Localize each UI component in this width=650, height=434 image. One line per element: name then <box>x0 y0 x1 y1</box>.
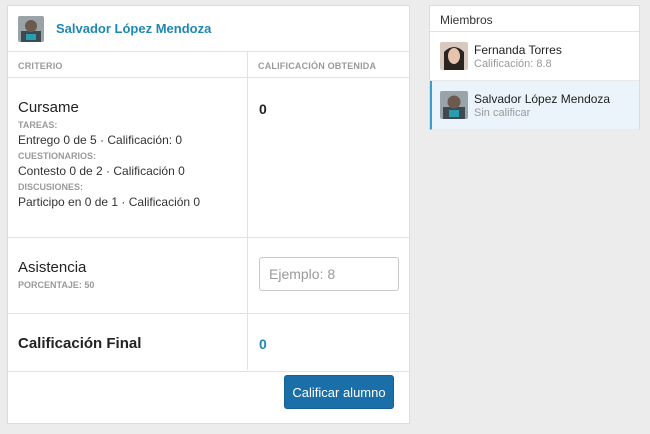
criterion-row-final: Calificación Final 0 <box>8 314 409 372</box>
final-grade-title: Calificación Final <box>18 335 142 352</box>
discusiones-value: Participo en 0 de 1 · Calificación 0 <box>18 195 201 209</box>
member-name: Fernanda Torres <box>474 42 562 57</box>
member-item-salvador[interactable]: Salvador López Mendoza Sin calificar <box>430 81 639 130</box>
member-status: Calificación: 8.8 <box>474 57 552 70</box>
tareas-value: Entrego 0 de 5 · Calificación: 0 <box>18 133 183 147</box>
student-header: Salvador López Mendoza <box>8 6 409 52</box>
member-avatar <box>440 91 468 119</box>
criterion-title-cursame: Cursame <box>18 99 79 116</box>
member-status: Sin calificar <box>474 106 531 119</box>
grading-card: Salvador López Mendoza CRITERIO CALIFICA… <box>7 5 410 424</box>
member-item-fernanda[interactable]: Fernanda Torres Calificación: 8.8 <box>430 32 639 81</box>
cursame-score: 0 <box>259 101 267 117</box>
asistencia-grade-input[interactable] <box>259 257 399 291</box>
student-name-link[interactable]: Salvador López Mendoza <box>56 21 211 36</box>
grade-student-button[interactable]: Calificar alumno <box>284 375 394 409</box>
criterion-title-asistencia: Asistencia <box>18 259 87 276</box>
criterion-row-asistencia: Asistencia PORCENTAJE: 50 <box>8 238 409 314</box>
cuestionarios-value: Contesto 0 de 2 · Calificación 0 <box>18 164 185 178</box>
tareas-label: TAREAS: <box>18 120 58 130</box>
final-grade-score: 0 <box>259 336 267 352</box>
member-name: Salvador López Mendoza <box>474 91 611 106</box>
criterion-row-cursame: Cursame TAREAS: Entrego 0 de 5 · Calific… <box>8 78 409 238</box>
members-title: Miembros <box>430 6 639 32</box>
asistencia-porcentaje: PORCENTAJE: 50 <box>18 280 95 290</box>
column-header-criterio: CRITERIO <box>18 61 63 71</box>
column-header-calificacion: CALIFICACIÓN OBTENIDA <box>258 61 377 71</box>
column-divider <box>247 52 248 370</box>
member-avatar <box>440 42 468 70</box>
discusiones-label: DISCUSIONES: <box>18 182 84 192</box>
members-panel: Miembros Fernanda Torres Calificación: 8… <box>429 5 640 130</box>
table-header: CRITERIO CALIFICACIÓN OBTENIDA <box>8 53 409 78</box>
criteria-table: CRITERIO CALIFICACIÓN OBTENIDA Cursame T… <box>8 53 409 372</box>
cuestionarios-label: CUESTIONARIOS: <box>18 151 97 161</box>
student-avatar <box>18 15 44 42</box>
